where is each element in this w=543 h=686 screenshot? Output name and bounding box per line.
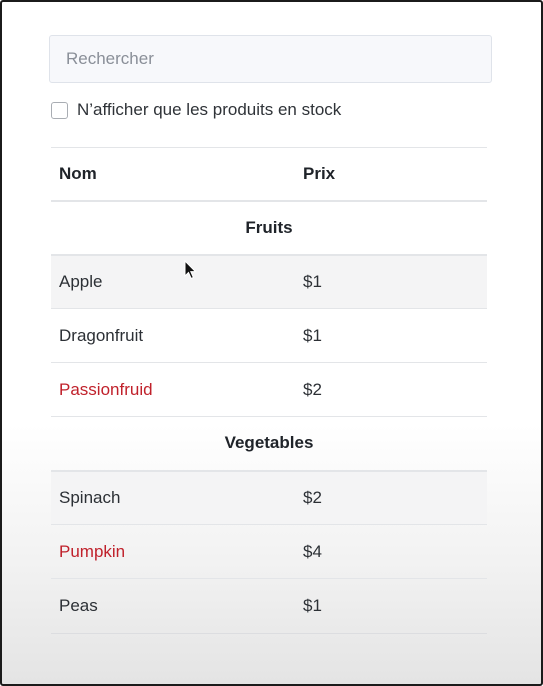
category-row-fruits: Fruits bbox=[51, 200, 487, 256]
table-row: Dragonfruit $1 bbox=[51, 308, 487, 363]
product-price: $1 bbox=[303, 308, 487, 363]
in-stock-label: N’afficher que les produits en stock bbox=[77, 100, 342, 119]
search-input[interactable] bbox=[49, 35, 492, 83]
in-stock-checkbox[interactable] bbox=[51, 101, 68, 119]
category-label: Vegetables bbox=[51, 416, 487, 472]
product-name: Spinach bbox=[51, 470, 303, 525]
category-label: Fruits bbox=[51, 200, 487, 256]
in-stock-filter[interactable]: N’afficher que les produits en stock bbox=[51, 99, 341, 121]
product-price: $1 bbox=[303, 254, 487, 309]
table-row: Apple $1 bbox=[51, 254, 487, 309]
table-row: Peas $1 bbox=[51, 578, 487, 633]
table-row: Spinach $2 bbox=[51, 470, 487, 525]
product-price: $2 bbox=[303, 470, 487, 525]
product-price: $1 bbox=[303, 578, 487, 633]
product-price: $4 bbox=[303, 524, 487, 579]
category-row-vegetables: Vegetables bbox=[51, 416, 487, 472]
table-header-row: Nom Prix bbox=[51, 147, 487, 202]
product-name-out-of-stock: Passionfruid bbox=[51, 362, 303, 417]
product-name-out-of-stock: Pumpkin bbox=[51, 524, 303, 579]
table-row: Passionfruid $2 bbox=[51, 362, 487, 417]
app-window: N’afficher que les produits en stock Nom… bbox=[0, 0, 543, 686]
product-name: Apple bbox=[51, 254, 303, 309]
table-row: Pumpkin $4 bbox=[51, 524, 487, 579]
column-header-price: Prix bbox=[303, 147, 487, 202]
product-name: Peas bbox=[51, 578, 303, 633]
product-price: $2 bbox=[303, 362, 487, 417]
product-name: Dragonfruit bbox=[51, 308, 303, 363]
product-table: Nom Prix Fruits Apple $1 Dragonfruit $1 … bbox=[51, 147, 487, 633]
table-bottom-border bbox=[51, 633, 487, 634]
column-header-name: Nom bbox=[51, 147, 303, 202]
mouse-pointer-icon bbox=[184, 260, 197, 280]
